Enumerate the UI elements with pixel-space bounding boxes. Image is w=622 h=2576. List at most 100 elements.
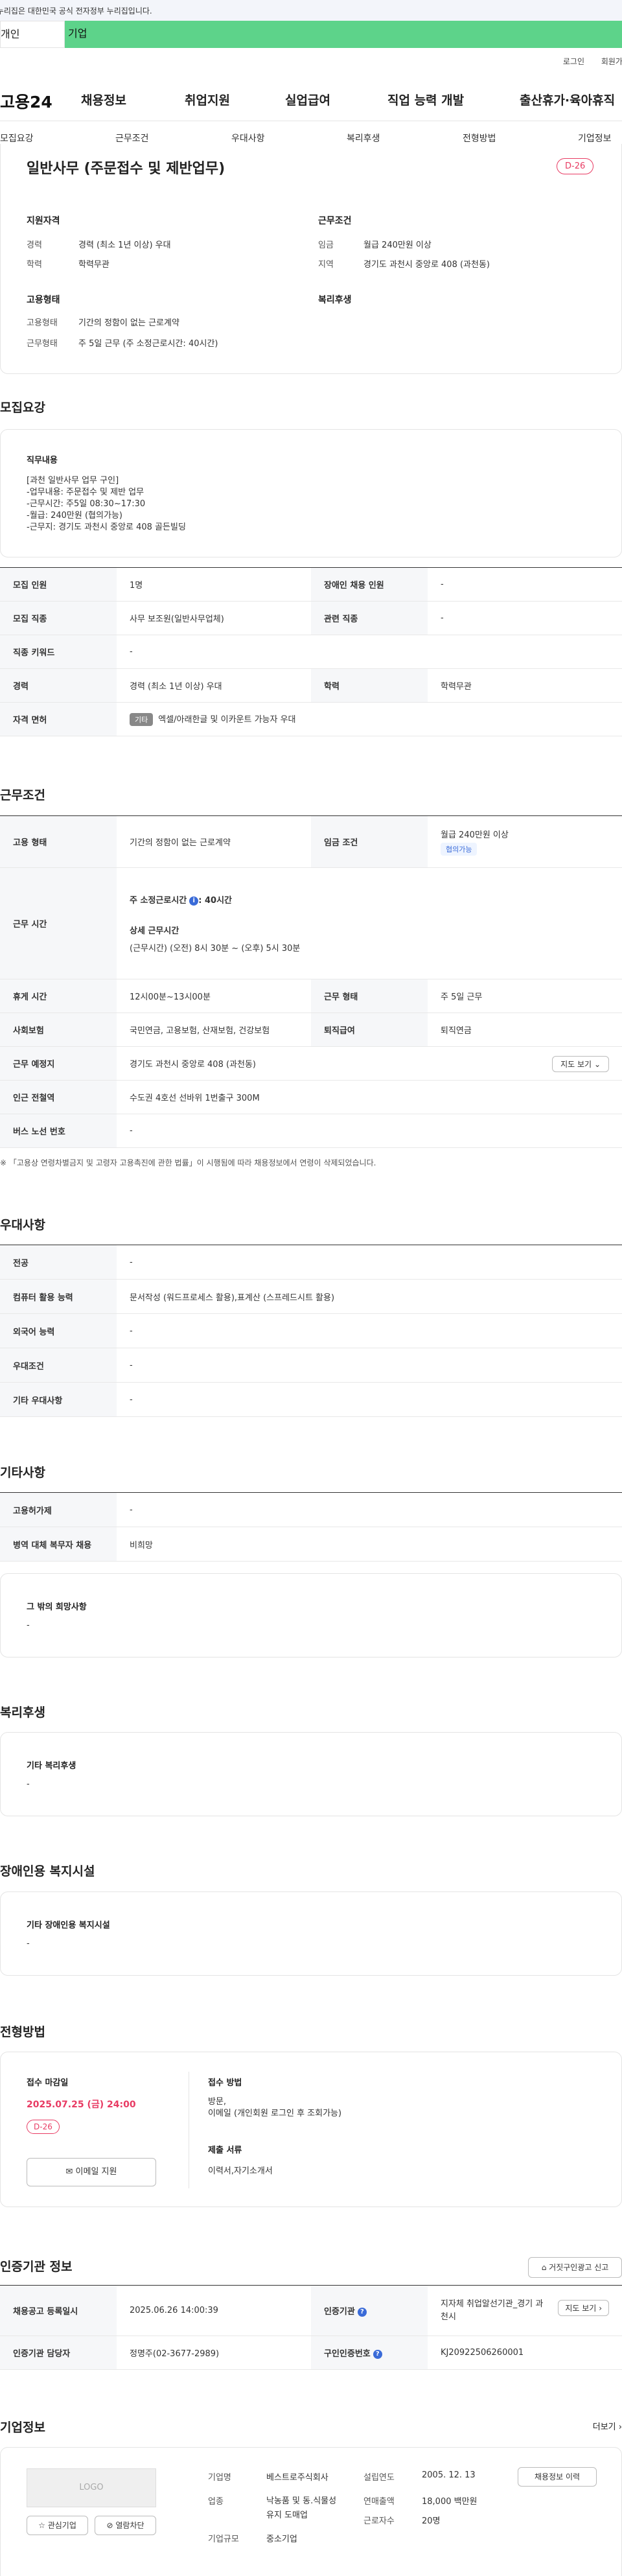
block-view-button[interactable]: ⊘ 열람차단 (95, 2516, 156, 2535)
tab-business[interactable]: 기업 (65, 21, 622, 48)
tab-recruit[interactable]: 모집요강 (0, 132, 34, 145)
company-value: 18,000 백만원 (422, 2497, 478, 2507)
fav-label: 관심기업 (47, 2521, 76, 2530)
license-text: 엑셀/아래한글 및 이카운트 가능자 우대 (158, 715, 296, 725)
tab-personal[interactable]: 개인 (0, 21, 65, 48)
cond-value: 경기도 과천시 중앙로 408 (과천동) (363, 260, 490, 270)
company-logo: LOGO (27, 2468, 156, 2507)
etc-table: 고용허가제 - 병역 대체 복무자 채용 비희망 (0, 1492, 622, 1562)
row-value: - (117, 1245, 622, 1280)
email-apply-button[interactable]: ✉ 이메일 지원 (27, 2158, 156, 2186)
block-label: 열람차단 (115, 2521, 144, 2530)
hours-detail: (근무시간) (오전) 8시 30분 ~ (오후) 5시 30분 (130, 944, 301, 954)
nav-vocational-training[interactable]: 직업 능력 개발 (387, 91, 464, 108)
cond-value: 월급 240만원 이상 (363, 240, 432, 250)
favorite-company-button[interactable]: ☆ 관심기업 (27, 2516, 88, 2535)
tab-work-conditions[interactable]: 근무조건 (115, 132, 149, 145)
row-key: 근무 시간 (0, 867, 117, 979)
row-value: - (117, 1313, 622, 1348)
emp-value: 주 5일 근무 (주 소정근로시간: 40시간) (78, 339, 218, 349)
info-icon[interactable]: i (189, 896, 199, 906)
hope-card: 그 밖의 희망사항 - (0, 1573, 622, 1657)
duty-text: [과천 일반사무 업무 구인] -업무내용: 주문접수 및 제반 업무 -근무시… (27, 476, 186, 532)
table-row: 인근 전철역 수도권 4호선 선바위 1번출구 300M (0, 1080, 622, 1114)
email-apply-label: 이메일 지원 (75, 2167, 117, 2177)
map-view-button[interactable]: 지도 보기 ⌄ (552, 1056, 609, 1072)
site-logo[interactable]: 고용24 (0, 89, 52, 113)
row-key: 직종 키워드 (0, 635, 117, 669)
gov-notice-text: 이 누리집은 대한민국 공식 전자정부 누리집입니다. (0, 6, 152, 16)
row-key: 근무 예정지 (0, 1046, 117, 1081)
row-value: 학력무관 (428, 668, 622, 703)
info-icon[interactable]: ? (373, 2349, 382, 2359)
row-key: 구인인증번호? (311, 2336, 428, 2370)
company-value: 낙농품 및 동.식물성 유지 도매업 (266, 2496, 337, 2520)
table-row: 인증기관 담당자 정명주(02-3677-2989) 구인인증번호? KJ209… (0, 2336, 622, 2370)
main-nav: 고용24 채용정보 취업지원 실업급여 직업 능력 개발 출산휴가·육아휴직 (0, 91, 622, 114)
table-row: 병역 대체 복무자 채용 비희망 (0, 1527, 622, 1562)
hope-title: 그 밖의 희망사항 (27, 1602, 87, 1612)
cond-key: 지역 (318, 260, 334, 270)
tab-preferences[interactable]: 우대사항 (231, 132, 265, 145)
row-value: - (117, 1492, 622, 1527)
row-key: 장애인 채용 인원 (311, 567, 428, 602)
nav-job-info[interactable]: 채용정보 (81, 91, 126, 108)
license-tag: 기타 (130, 713, 154, 726)
row-value: 주 소정근로시간 i: 40시간 상세 근무시간 (근무시간) (오전) 8시 3… (117, 867, 622, 979)
tab-company[interactable]: 기업정보 (578, 132, 612, 145)
row-key: 학력 (311, 668, 428, 703)
login-link[interactable]: 로그인 (563, 57, 584, 66)
row-key: 퇴직급여 (311, 1013, 428, 1047)
pref-section-title: 우대사항 (0, 1218, 45, 1232)
disab-box-title: 기타 장애인용 복지시설 (27, 1921, 110, 1930)
table-row: 근무 예정지 경기도 과천시 중앙로 408 (과천동) 지도 보기 ⌄ (0, 1046, 622, 1081)
join-link[interactable]: 회원가입 (601, 57, 622, 66)
nav-parental-leave[interactable]: 출산휴가·육아휴직 (520, 91, 615, 108)
job-title: 일반사무 (주문접수 및 제반업무) (27, 161, 225, 177)
company-more-link[interactable]: 더보기 › (593, 2420, 622, 2432)
duty-title: 직무내용 (27, 456, 58, 465)
row-key: 자격 면허 (0, 702, 117, 736)
disab-box-value: - (27, 1939, 30, 1949)
row-key: 컴퓨터 활용 능력 (0, 1279, 117, 1314)
company-key: 설립연도 (363, 2473, 395, 2483)
company-section-title: 기업정보 (0, 2420, 45, 2435)
row-value: 12시00분~13시00분 (117, 979, 311, 1013)
hours-main-value: : 40시간 (198, 896, 232, 906)
row-key: 병역 대체 복무자 채용 (0, 1527, 117, 1562)
emp-key: 고용형태 (27, 318, 58, 328)
tab-selection[interactable]: 전형방법 (463, 132, 496, 145)
agency-map-label: 지도 보기 (565, 2304, 597, 2313)
row-value: 문서작성 (워드프로세스 활용),표계산 (스프레드시트 활용) (117, 1279, 622, 1314)
chevron-right-icon: › (599, 2304, 602, 2313)
report-fake-ad-button[interactable]: ⌂ 거짓구인광고 신고 (528, 2257, 622, 2278)
cert-value: 지자체 취업알선기관_경기 과천시 (441, 2299, 544, 2322)
nav-unemployment-benefit[interactable]: 실업급여 (285, 91, 330, 108)
row-value: - (428, 567, 622, 602)
hope-value: - (27, 1621, 30, 1630)
info-icon[interactable]: ? (357, 2307, 367, 2317)
table-row: 경력 경력 (최소 1년 이상) 우대 학력 학력무관 (0, 668, 622, 703)
row-value: - (117, 635, 622, 669)
tab-welfare[interactable]: 복리후생 (347, 132, 380, 145)
agency-map-button[interactable]: 지도 보기 › (558, 2300, 609, 2316)
hiring-history-button[interactable]: 채용정보 이력 (518, 2467, 597, 2487)
age-law-note: ※ 「고용상 연령차별금지 및 고령자 고용촉진에 관한 법률」이 시행됨에 따… (0, 1158, 376, 1167)
wage-value: 월급 240만원 이상 (441, 830, 509, 840)
welfare-section-title: 복리후생 (0, 1705, 45, 1720)
docs-value: 이력서,자기소개서 (208, 2166, 273, 2176)
nav-employment-support[interactable]: 취업지원 (185, 91, 230, 108)
table-row: 기타 우대사항 - (0, 1382, 622, 1417)
row-value: - (117, 1114, 622, 1148)
row-value: 주 5일 근무 (428, 979, 622, 1013)
table-row: 전공 - (0, 1245, 622, 1280)
row-value: 기타 엑셀/아래한글 및 이카운트 가능자 우대 (117, 702, 622, 736)
cond-title: 근무조건 (318, 216, 352, 226)
row-value: 사무 보조원(일반사무업체) (117, 601, 311, 635)
row-key: 인증기관? (311, 2285, 428, 2336)
pref-table: 전공 - 컴퓨터 활용 능력 문서작성 (워드프로세스 활용),표계산 (스프레드시… (0, 1245, 622, 1417)
company-card: LOGO ☆ 관심기업 ⊘ 열람차단 기업명 베스트로주식회사 업종 낙농품 및… (0, 2447, 622, 2576)
row-key: 채용공고 등록일시 (0, 2285, 117, 2336)
table-row: 모집 인원 1명 장애인 채용 인원 - (0, 567, 622, 602)
qual-title: 지원자격 (27, 216, 60, 226)
